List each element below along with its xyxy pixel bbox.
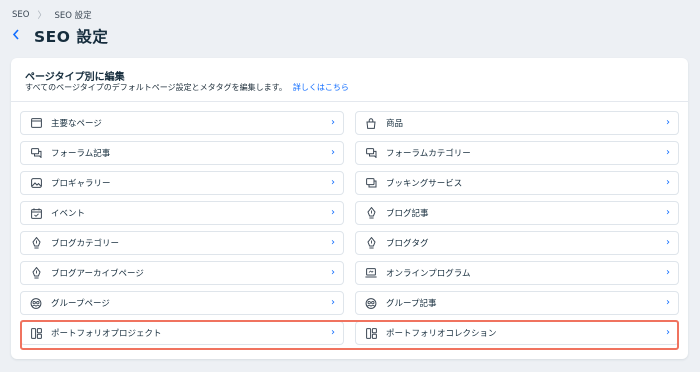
page-icon <box>30 117 42 129</box>
page-type-item-portfolio-collections[interactable]: ポートフォリオコレクション › <box>355 321 679 345</box>
card-description-text: すべてのページタイプのデフォルトページ設定とメタタグを編集します。 <box>25 83 287 92</box>
page-type-item-blog-categories[interactable]: ブログカテゴリー › <box>20 231 344 255</box>
calendar-icon <box>30 207 42 219</box>
gallery-icon <box>30 177 42 189</box>
chevron-right-icon: › <box>666 147 670 158</box>
item-label: イベント <box>51 209 86 219</box>
breadcrumb-separator: 〉 <box>37 11 47 21</box>
page-type-item-pro-gallery[interactable]: プロギャラリー › <box>20 171 344 195</box>
card-description: すべてのページタイプのデフォルトページ設定とメタタグを編集します。 詳しくはこちら <box>25 82 349 93</box>
pen-icon <box>30 237 42 249</box>
item-label: ブログカテゴリー <box>51 239 120 249</box>
page-type-item-main-pages[interactable]: 主要なページ › <box>20 111 344 135</box>
chevron-right-icon: › <box>666 297 670 308</box>
page-type-item-products[interactable]: 商品 › <box>355 111 679 135</box>
chevron-right-icon: › <box>666 207 670 218</box>
item-label: グループページ <box>51 299 110 309</box>
item-label: フォーラム記事 <box>51 149 111 159</box>
chevron-right-icon: › <box>331 147 335 158</box>
edit-by-page-type-card: ページタイプ別に編集 すべてのページタイプのデフォルトページ設定とメタタグを編集… <box>11 58 688 359</box>
chevron-right-icon: › <box>331 237 335 248</box>
item-label: ポートフォリオコレクション <box>386 329 497 339</box>
page-type-item-blog-archive[interactable]: ブログアーカイブページ › <box>20 261 344 285</box>
page-type-item-group-posts[interactable]: グループ記事 › <box>355 291 679 315</box>
item-label: 商品 <box>386 119 404 129</box>
chevron-right-icon: › <box>331 207 335 218</box>
portfolio-icon <box>30 327 42 339</box>
page-type-item-events[interactable]: イベント › <box>20 201 344 225</box>
page-type-item-booking-services[interactable]: ブッキングサービス › <box>355 171 679 195</box>
item-label: ブログアーカイブページ <box>51 269 144 279</box>
breadcrumb: SEO 〉 SEO 設定 <box>12 8 92 22</box>
item-label: ブログ記事 <box>386 209 429 219</box>
card-title: ページタイプ別に編集 <box>25 72 125 83</box>
group-icon <box>365 297 377 309</box>
chevron-right-icon: › <box>331 117 335 128</box>
item-label: ブログタグ <box>386 239 429 249</box>
item-label: ポートフォリオプロジェクト <box>51 329 162 339</box>
forum-icon <box>365 147 377 159</box>
portfolio-icon <box>365 327 377 339</box>
back-chevron-icon[interactable] <box>10 29 22 43</box>
page-type-item-forum-categories[interactable]: フォーラムカテゴリー › <box>355 141 679 165</box>
page-type-item-online-programs[interactable]: オンラインプログラム › <box>355 261 679 285</box>
chevron-right-icon: › <box>666 117 670 128</box>
item-label: 主要なページ <box>51 119 102 129</box>
item-label: ブッキングサービス <box>386 179 463 189</box>
pen-icon <box>30 267 42 279</box>
page-type-grid: 主要なページ › 商品 › フォーラム記事 › フォーラムカテゴリー › プロギ… <box>20 111 679 345</box>
learn-more-link[interactable]: 詳しくはこちら <box>293 83 349 92</box>
forum-icon <box>30 147 42 159</box>
chevron-right-icon: › <box>666 267 670 278</box>
page-type-item-blog-tags[interactable]: ブログタグ › <box>355 231 679 255</box>
header: SEO 設定 <box>10 25 108 47</box>
divider <box>11 101 688 102</box>
chevron-right-icon: › <box>331 297 335 308</box>
chevron-right-icon: › <box>331 267 335 278</box>
booking-icon <box>365 177 377 189</box>
item-label: プロギャラリー <box>51 179 111 189</box>
item-label: グループ記事 <box>386 299 437 309</box>
chevron-right-icon: › <box>666 177 670 188</box>
breadcrumb-item-seo[interactable]: SEO <box>12 10 29 20</box>
pen-icon <box>365 207 377 219</box>
item-label: フォーラムカテゴリー <box>386 149 471 159</box>
pen-icon <box>365 237 377 249</box>
chevron-right-icon: › <box>666 237 670 248</box>
page-type-item-portfolio-projects[interactable]: ポートフォリオプロジェクト › <box>20 321 344 345</box>
page-type-item-blog-posts[interactable]: ブログ記事 › <box>355 201 679 225</box>
bag-icon <box>365 117 377 129</box>
breadcrumb-item-seo-settings: SEO 設定 <box>54 10 92 21</box>
laptop-icon <box>365 267 377 279</box>
page-title: SEO 設定 <box>34 28 109 46</box>
chevron-right-icon: › <box>331 177 335 188</box>
chevron-right-icon: › <box>666 327 670 338</box>
group-icon <box>30 297 42 309</box>
item-label: オンラインプログラム <box>386 269 471 279</box>
page-type-item-group-pages[interactable]: グループページ › <box>20 291 344 315</box>
page-type-item-forum-posts[interactable]: フォーラム記事 › <box>20 141 344 165</box>
chevron-right-icon: › <box>331 327 335 338</box>
